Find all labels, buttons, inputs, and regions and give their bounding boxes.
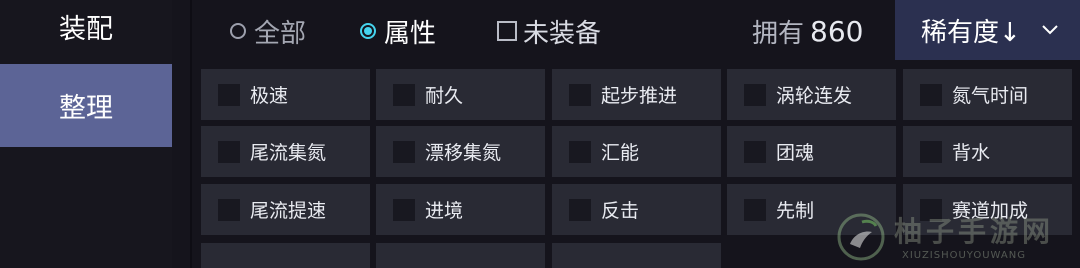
checkbox-icon bbox=[218, 83, 240, 106]
checkbox-icon bbox=[744, 140, 766, 163]
checkbox-icon bbox=[569, 198, 591, 221]
attribute-label: 尾流集氮 bbox=[250, 142, 327, 164]
attribute-option[interactable] bbox=[552, 243, 721, 268]
attribute-label: 漂移集氮 bbox=[425, 142, 502, 164]
attribute-option[interactable]: 尾流集氮 bbox=[201, 126, 370, 177]
attribute-option[interactable] bbox=[376, 243, 545, 268]
attribute-option[interactable]: 进境 bbox=[376, 184, 545, 235]
attribute-option[interactable]: 汇能 bbox=[552, 126, 721, 177]
filter-radio-all[interactable]: 全部 bbox=[230, 13, 306, 49]
attribute-option[interactable]: 极速 bbox=[201, 69, 370, 120]
attribute-option[interactable]: 反击 bbox=[552, 184, 721, 235]
attribute-label: 汇能 bbox=[601, 142, 640, 164]
attribute-label: 反击 bbox=[601, 200, 640, 222]
checkbox-icon bbox=[393, 140, 415, 163]
attribute-option[interactable]: 耐久 bbox=[376, 69, 545, 120]
chevron-down-icon bbox=[1042, 25, 1058, 35]
attribute-option[interactable]: 起步推进 bbox=[552, 69, 721, 120]
attribute-label: 氮气时间 bbox=[952, 85, 1029, 107]
checkbox-icon bbox=[218, 198, 240, 221]
checkbox-icon bbox=[744, 83, 766, 106]
sort-dropdown[interactable]: 稀有度↓ bbox=[895, 0, 1080, 60]
filter-bar: 全部 属性 未装备 拥有 860 稀有度↓ bbox=[192, 0, 1080, 62]
checkbox-icon bbox=[920, 140, 942, 163]
checkbox-icon bbox=[920, 83, 942, 106]
unequipped-label: 未装备 bbox=[523, 18, 602, 49]
checkbox-icon bbox=[393, 83, 415, 106]
checkbox-icon bbox=[218, 140, 240, 163]
attribute-option[interactable]: 先制 bbox=[727, 184, 896, 235]
attribute-option[interactable]: 漂移集氮 bbox=[376, 126, 545, 177]
attribute-label: 进境 bbox=[425, 200, 464, 222]
owned-label: 拥有 bbox=[752, 18, 805, 49]
attribute-option[interactable]: 赛道加成 bbox=[903, 184, 1072, 235]
owned-count-value: 860 bbox=[810, 14, 864, 48]
attribute-label: 极速 bbox=[250, 85, 289, 107]
attribute-option[interactable]: 尾流提速 bbox=[201, 184, 370, 235]
checkbox-icon bbox=[569, 140, 591, 163]
filter-radio-all-label: 全部 bbox=[254, 18, 307, 49]
attribute-label: 涡轮连发 bbox=[776, 85, 853, 107]
checkbox-icon bbox=[497, 21, 517, 41]
owned-count: 拥有 860 bbox=[752, 13, 863, 49]
attribute-label: 赛道加成 bbox=[952, 200, 1029, 222]
attribute-option[interactable]: 氮气时间 bbox=[903, 69, 1072, 120]
checkbox-icon bbox=[569, 83, 591, 106]
inventory-panel: 装配 整理 全部 属性 未装备 拥有 860 稀有度↓ 极速 耐久 起步推进 涡… bbox=[0, 0, 1080, 268]
attribute-option[interactable]: 背水 bbox=[903, 126, 1072, 177]
attribute-option[interactable]: 团魂 bbox=[727, 126, 896, 177]
attribute-option[interactable]: 涡轮连发 bbox=[727, 69, 896, 120]
attribute-label: 背水 bbox=[952, 142, 991, 164]
attribute-label: 团魂 bbox=[776, 142, 815, 164]
radio-unselected-icon bbox=[230, 23, 246, 39]
attribute-option[interactable] bbox=[201, 243, 370, 268]
attribute-label: 耐久 bbox=[425, 85, 464, 107]
sort-label: 稀有度↓ bbox=[921, 17, 1021, 48]
sidebar: 装配 整理 bbox=[0, 0, 172, 268]
checkbox-icon bbox=[920, 198, 942, 221]
filter-radio-attribute[interactable]: 属性 bbox=[360, 13, 436, 49]
sidebar-item-assemble[interactable]: 装配 bbox=[0, 0, 172, 52]
unequipped-checkbox[interactable]: 未装备 bbox=[497, 13, 601, 49]
filter-radio-attribute-label: 属性 bbox=[384, 18, 437, 49]
sidebar-item-organize[interactable]: 整理 bbox=[0, 64, 172, 147]
checkbox-icon bbox=[393, 198, 415, 221]
attribute-label: 先制 bbox=[776, 200, 815, 222]
attribute-label: 起步推进 bbox=[601, 85, 678, 107]
radio-selected-icon bbox=[360, 23, 376, 39]
attribute-grid: 极速 耐久 起步推进 涡轮连发 氮气时间 尾流集氮 漂移集氮 汇能 团魂 背水 … bbox=[201, 69, 1080, 268]
attribute-label: 尾流提速 bbox=[250, 200, 327, 222]
checkbox-icon bbox=[744, 198, 766, 221]
